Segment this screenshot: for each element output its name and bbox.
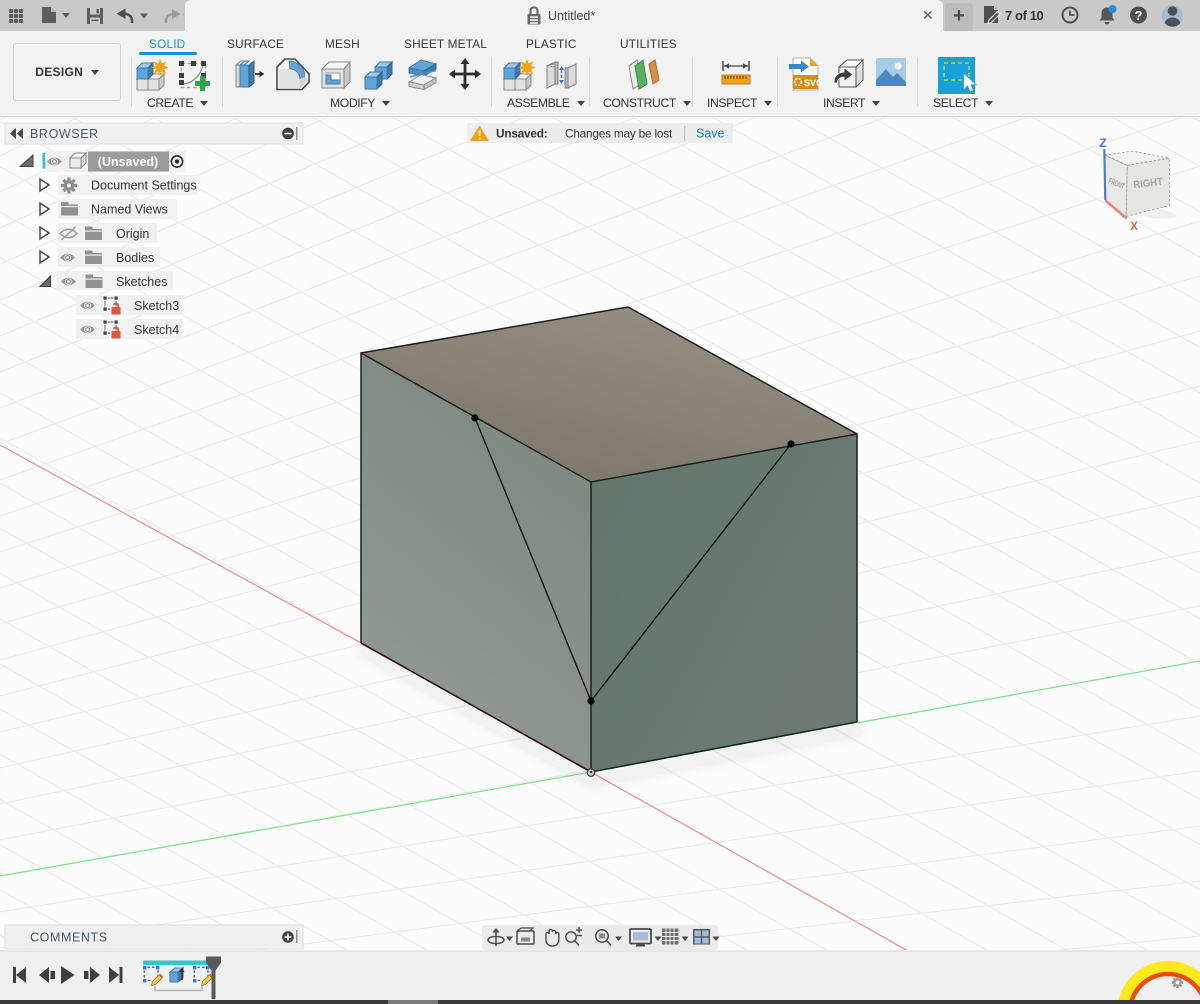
svg-text:COMMENTS: COMMENTS (30, 931, 108, 945)
svg-text:Origin: Origin (116, 227, 149, 241)
svg-text:Sketch3: Sketch3 (134, 299, 179, 313)
svg-text:Bodies: Bodies (116, 251, 154, 265)
svg-text:BROWSER: BROWSER (30, 127, 99, 141)
svg-text:Document Settings: Document Settings (91, 179, 197, 193)
svg-text:Sketch4: Sketch4 (134, 323, 179, 337)
svg-text:Unsaved:: Unsaved: (496, 127, 548, 141)
svg-text:(Unsaved): (Unsaved) (98, 155, 158, 169)
svg-text:Named Views: Named Views (91, 203, 168, 217)
svg-text:Sketches: Sketches (116, 275, 167, 289)
svg-text:Changes may be lost: Changes may be lost (565, 127, 673, 141)
svg-text:Save: Save (696, 127, 725, 141)
